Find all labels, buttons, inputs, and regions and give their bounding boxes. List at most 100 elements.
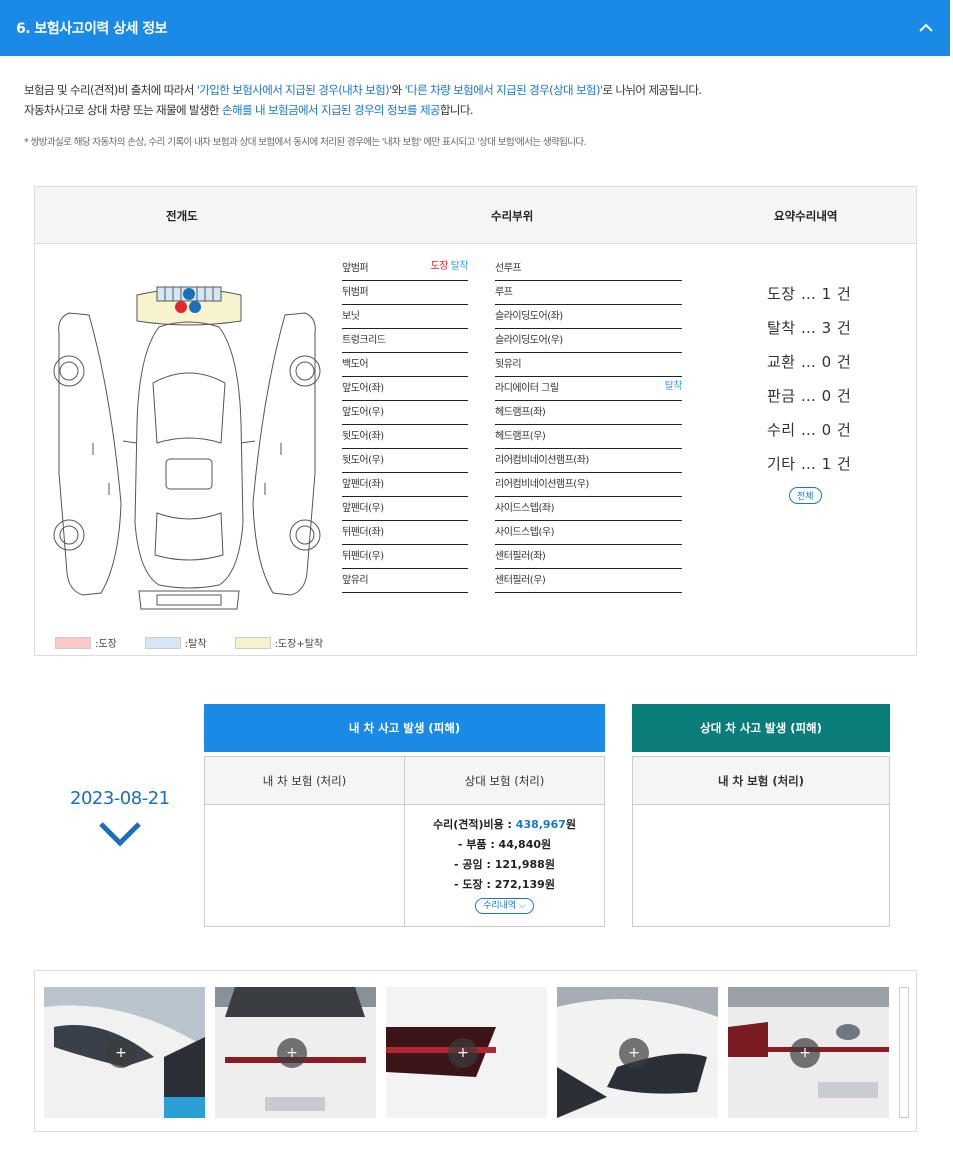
col-other-insurance: 상대 보험 (처리) — [405, 757, 604, 805]
repair-part-row: 앞도어(우) — [342, 401, 468, 425]
repair-part-row: 사이드스텝(우) — [495, 521, 682, 545]
parts-list-right: 선루프루프슬라이딩도어(좌) 슬라이딩도어(우) 뒷유리라디에이터 그릴 탈착헤드램프… — [495, 257, 683, 593]
repair-part-row: 앞펜더(우) — [342, 497, 468, 521]
repair-part-row: 헤드램프(우) — [495, 425, 682, 449]
repair-part-row: 라디에이터 그릴 탈착 — [495, 375, 683, 401]
repair-part-label: 헤드램프(좌) — [495, 407, 546, 418]
repair-part-label: 뒷도어(좌) — [342, 431, 384, 442]
repair-part-label: 뒤범퍼 — [342, 287, 369, 298]
repair-part-row: 뒷도어(좌) — [342, 425, 468, 449]
repair-detail-button[interactable]: 수리내역 ⌵ — [475, 898, 534, 914]
zoom-plus-icon[interactable]: + — [790, 1038, 820, 1068]
repair-part-label: 앞범퍼 — [342, 263, 369, 274]
repair-part-label: 앞도어(좌) — [342, 383, 384, 394]
legend-swatch — [144, 636, 181, 649]
paint-cost: - 도장 : 272,139원 — [454, 878, 555, 891]
parts-cost: - 부품 : 44,840원 — [457, 838, 552, 851]
col-my-insurance: 내 차 보험 (처리) — [205, 757, 404, 805]
repair-part-row: 트렁크리드 — [342, 329, 468, 353]
accident-date: 2023-08-21 — [70, 788, 170, 809]
repair-part-row: 루프 — [495, 281, 682, 305]
repair-part-label: 루프 — [495, 287, 513, 298]
repair-part-label: 사이드스텝(우) — [495, 527, 555, 538]
repair-part-row: 백도어 — [342, 353, 468, 377]
repair-part-row: 보닛 — [342, 305, 468, 329]
repair-summary: 도장 … 1 건 탈착 … 3 건 교환 … 0 건 판금 … 0 건 수리 …… — [767, 283, 852, 504]
header-summary: 요약수리내역 — [774, 209, 838, 223]
repair-part-row: 앞범퍼 도장 탈착 — [342, 255, 469, 281]
parts-list-left: 앞범퍼 도장 탈착뒤범퍼보닛트렁크리드 백도어앞도어(좌) 앞도어(우) 뒷도어(좌) 뒷… — [342, 255, 469, 593]
car-diagram — [53, 286, 321, 610]
legend-paint-detach: :도장+탈착 — [234, 635, 323, 650]
summary-detach: 탈착 … 3 건 — [767, 319, 852, 337]
repair-type-tags: 탈착 — [664, 375, 683, 399]
photo-thumbnail[interactable]: + — [44, 987, 205, 1118]
repair-part-row: 슬라이딩도어(우) — [495, 329, 682, 353]
view-all-button[interactable]: 전체 — [789, 487, 822, 504]
repair-part-row: 뒷유리 — [495, 353, 682, 377]
detach-tag: 탈착 — [664, 381, 683, 392]
photo-thumbnail[interactable]: + — [386, 987, 547, 1118]
repair-table-header: 전개도 수리부위 요약수리내역 — [35, 187, 916, 244]
repair-part-row: 슬라이딩도어(좌) — [495, 305, 682, 329]
header-diagram: 전개도 — [166, 209, 198, 223]
repair-part-row: 헤드램프(좌) — [495, 401, 682, 425]
zoom-plus-icon[interactable]: + — [619, 1038, 649, 1068]
repair-part-row: 앞도어(좌) — [342, 377, 468, 401]
my-car-accident-header: 내 차 사고 발생 (피해) — [204, 704, 605, 752]
repair-cost-total: 수리(견적)비용 : 438,967원 — [432, 818, 577, 831]
repair-part-row: 사이드스텝(좌) — [495, 497, 682, 521]
repair-type-tags: 도장 탈착 — [431, 255, 469, 279]
summary-repair: 수리 … 0 건 — [767, 421, 852, 439]
gallery-scrollbar[interactable] — [899, 987, 909, 1118]
section-header[interactable]: 6. 보험사고이력 상세 정보 — [0, 0, 950, 56]
repair-part-row: 뒷도어(우) — [342, 449, 468, 473]
repair-part-label: 뒷도어(우) — [342, 455, 384, 466]
chevron-down-icon[interactable] — [98, 820, 142, 848]
summary-exchange: 교환 … 0 건 — [767, 353, 852, 371]
repair-part-row: 뒤펜더(우) — [342, 545, 468, 569]
repair-part-row: 리어컴비네이션램프(우) — [495, 473, 682, 497]
legend-swatch — [55, 636, 91, 649]
diagram-legend: :도장 :탈착 :도장+탈착 — [55, 635, 351, 650]
repair-part-label: 리어컴비네이션램프(우) — [495, 479, 589, 490]
summary-sheet-metal: 판금 … 0 건 — [767, 387, 852, 405]
photo-gallery: + + + + + — [34, 970, 917, 1132]
repair-part-label: 앞펜더(우) — [342, 503, 384, 514]
intro-text: 보험금 및 수리(견적)비 출처에 따라서 '가입한 보험사에서 지급된 경우(… — [24, 80, 924, 120]
repair-part-label: 뒤펜더(좌) — [342, 527, 384, 538]
intro-note: * 쌍방과실로 해당 자동차의 손상, 수리 기록이 내차 보험과 상대 보험에… — [24, 137, 587, 148]
repair-cost-block: 수리(견적)비용 : 438,967원 - 부품 : 44,840원 - 공임 … — [405, 805, 604, 915]
repair-part-label: 슬라이딩도어(우) — [495, 335, 563, 346]
repair-part-row: 선루프 — [495, 257, 682, 281]
repair-part-label: 뒤펜더(우) — [342, 551, 384, 562]
col-my-insurance-2: 내 차 보험 (처리) — [633, 757, 889, 805]
other-car-accident-table: 내 차 보험 (처리) — [632, 756, 890, 927]
repair-part-row: 뒤펜더(좌) — [342, 521, 468, 545]
photo-thumbnail[interactable]: + — [728, 987, 889, 1118]
repair-part-label: 앞도어(우) — [342, 407, 384, 418]
photo-thumbnail[interactable]: + — [557, 987, 718, 1118]
legend-detach: :탈착 — [144, 635, 207, 650]
section-title: 6. 보험사고이력 상세 정보 — [16, 21, 167, 37]
photo-thumbnail[interactable]: + — [215, 987, 376, 1118]
repair-part-row: 앞펜더(좌) — [342, 473, 468, 497]
repair-part-row: 앞유리 — [342, 569, 468, 593]
repair-part-label: 보닛 — [342, 311, 360, 322]
repair-part-label: 센터필러(우) — [495, 575, 546, 586]
zoom-plus-icon[interactable]: + — [106, 1038, 136, 1068]
my-car-accident-table: 내 차 보험 (처리) 상대 보험 (처리) 수리(견적)비용 : 438,96… — [204, 756, 605, 927]
header-parts: 수리부위 — [491, 209, 534, 223]
summary-paint: 도장 … 1 건 — [767, 285, 852, 303]
repair-part-label: 라디에이터 그릴 — [495, 383, 559, 394]
repair-part-label: 선루프 — [495, 263, 522, 274]
repair-part-label: 뒷유리 — [495, 359, 522, 370]
intro-line-2: 자동차사고로 상대 차량 또는 재물에 발생한 손해를 내 보험금에서 지급된 … — [24, 103, 474, 117]
repair-part-label: 앞펜더(좌) — [342, 479, 384, 490]
zoom-plus-icon[interactable]: + — [448, 1038, 478, 1068]
repair-part-row: 센터필러(우) — [495, 569, 682, 593]
chevron-up-icon[interactable] — [918, 20, 934, 36]
labor-cost: - 공임 : 121,988원 — [454, 858, 555, 871]
zoom-plus-icon[interactable]: + — [277, 1038, 307, 1068]
repair-part-label: 헤드램프(우) — [495, 431, 546, 442]
